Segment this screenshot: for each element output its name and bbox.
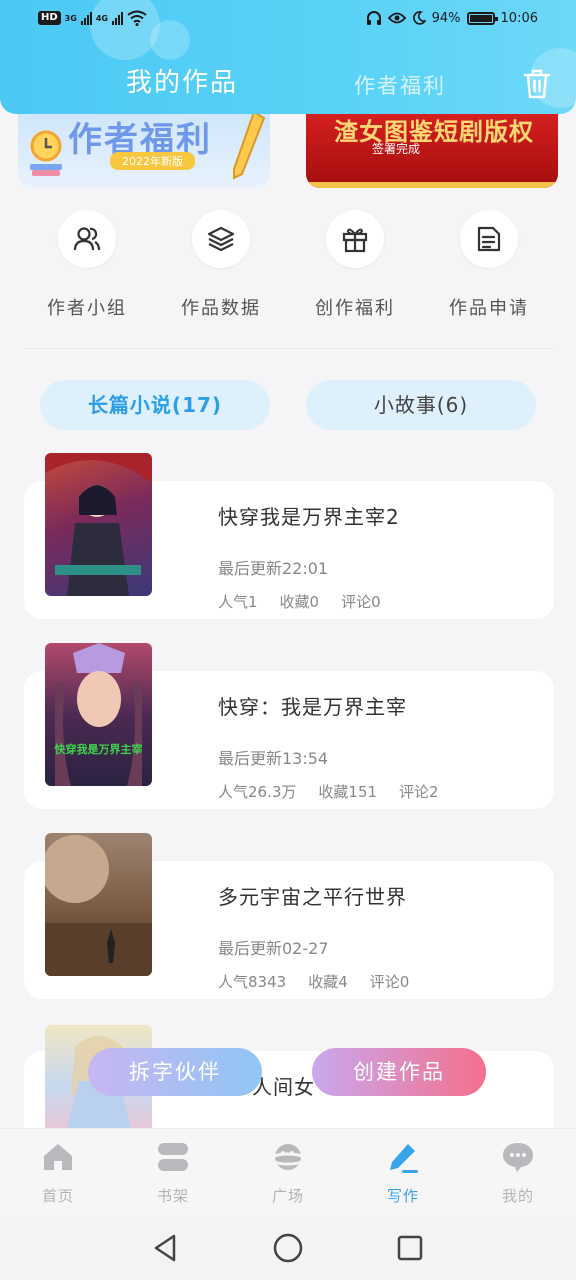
home-circle-icon[interactable] (272, 1232, 304, 1264)
action-works-data[interactable]: 作品数据 (161, 210, 281, 320)
work-comments: 评论0 (369, 973, 410, 991)
nav-label: 我的 (501, 1187, 534, 1205)
document-icon (477, 226, 501, 252)
nav-item-bookshelf[interactable]: 书架 (133, 1139, 213, 1206)
tab-long-novels[interactable]: 长篇小说(17) (40, 380, 270, 430)
battery-icon (466, 11, 498, 25)
work-popularity: 人气26.3万 (218, 783, 297, 801)
action-label: 作品申请 (449, 298, 529, 319)
banner-border-decoration (306, 182, 558, 188)
wifi-icon (127, 10, 147, 26)
group-icon (73, 227, 101, 251)
recents-icon[interactable] (394, 1232, 426, 1264)
action-icon-wrap (192, 210, 250, 268)
work-popularity: 人气1 (218, 593, 258, 611)
work-cover[interactable] (45, 453, 152, 596)
action-works-application[interactable]: 作品申请 (429, 210, 549, 320)
bookshelf-icon (158, 1143, 188, 1171)
signal-icon (111, 11, 123, 25)
eye-icon (387, 12, 406, 24)
back-icon[interactable] (150, 1232, 182, 1264)
tab-my-works[interactable]: 我的作品 (126, 62, 238, 99)
work-favorites: 收藏151 (318, 783, 378, 801)
section-divider (24, 348, 554, 349)
status-bar: HD 3G 4G 94% 10:06 (0, 0, 576, 40)
network-label-2: 4G (95, 13, 108, 23)
bottom-nav: 首页 书架 广场 写作 我的 (0, 1128, 576, 1216)
nav-item-mine[interactable]: 我的 (478, 1139, 558, 1206)
app-header: HD 3G 4G 94% 10:06 我的作品 作者福利 (0, 0, 576, 114)
action-label: 作者小组 (47, 298, 127, 319)
create-work-button[interactable]: 创建作品 (312, 1048, 486, 1096)
work-stats: 人气8343 收藏4 评论0 (218, 971, 409, 992)
nav-item-write[interactable]: 写作 (363, 1139, 443, 1206)
banner-drama-rights[interactable]: 渣女图鉴短剧版权 签署完成 (306, 112, 558, 188)
planet-icon (271, 1144, 305, 1170)
nav-label: 首页 (41, 1187, 74, 1205)
banner-author-benefits[interactable]: 作者福利 2022年新版 (18, 112, 270, 188)
gift-icon (342, 228, 368, 253)
home-icon (44, 1144, 72, 1170)
tab-author-benefits[interactable]: 作者福利 (354, 70, 446, 100)
work-updated: 最后更新22:01 (218, 559, 329, 578)
chat-icon (503, 1143, 533, 1172)
system-nav-bar (0, 1216, 576, 1280)
work-title: 快穿：我是万界主宰 (218, 695, 407, 719)
clock-icon (30, 130, 62, 176)
work-stats: 人气26.3万 收藏151 评论2 (218, 781, 439, 802)
work-title: 多元宇宙之平行世界 (218, 885, 407, 909)
signal-icon (80, 11, 92, 25)
work-comments: 评论0 (341, 593, 381, 611)
trash-icon (523, 69, 551, 99)
action-icon-wrap (326, 210, 384, 268)
banner-subtitle: 2022年新版 (110, 152, 195, 170)
action-creation-benefits[interactable]: 创作福利 (295, 210, 415, 320)
nav-label: 书架 (156, 1187, 189, 1205)
work-cover[interactable] (45, 833, 152, 976)
tab-short-stories[interactable]: 小故事(6) (306, 380, 536, 430)
hd-badge: HD (38, 11, 61, 25)
action-label: 作品数据 (181, 298, 261, 319)
banner-subtitle: 签署完成 (372, 142, 421, 156)
work-favorites: 收藏0 (279, 593, 320, 611)
nav-item-home[interactable]: 首页 (18, 1139, 98, 1206)
pencil-icon (233, 112, 266, 180)
action-icon-wrap (58, 210, 116, 268)
cover-text: 快穿我是万界主宰 (54, 743, 143, 756)
moon-icon (412, 11, 426, 25)
clock: 10:06 (500, 10, 538, 26)
work-updated: 最后更新02-27 (218, 939, 329, 958)
banner-title: 渣女图鉴短剧版权 (334, 118, 534, 146)
layers-icon (207, 226, 235, 252)
nav-label: 写作 (386, 1187, 419, 1205)
pen-icon (390, 1144, 418, 1173)
work-cover[interactable]: 快穿我是万界主宰 (45, 643, 152, 786)
work-popularity: 人气8343 (218, 973, 287, 991)
nav-label: 广场 (271, 1187, 304, 1205)
network-label-1: 3G (64, 13, 77, 23)
cover-art-figure (55, 643, 142, 786)
work-comments: 评论2 (399, 783, 439, 801)
work-updated: 最后更新13:54 (218, 749, 329, 768)
work-favorites: 收藏4 (308, 973, 348, 991)
work-stats: 人气1 收藏0 评论0 (218, 591, 381, 612)
action-label: 创作福利 (315, 298, 395, 319)
action-author-group[interactable]: 作者小组 (27, 210, 147, 320)
nav-item-plaza[interactable]: 广场 (248, 1139, 328, 1206)
cover-art-figure (45, 453, 152, 596)
action-icon-wrap (460, 210, 518, 268)
headphones-icon (366, 11, 381, 25)
word-partner-button[interactable]: 拆字伙伴 (88, 1048, 262, 1096)
work-title: 快穿我是万界主宰2 (218, 505, 400, 529)
battery-percent: 94% (431, 10, 461, 26)
cover-art-planet (45, 835, 152, 976)
delete-button[interactable] (522, 68, 552, 100)
